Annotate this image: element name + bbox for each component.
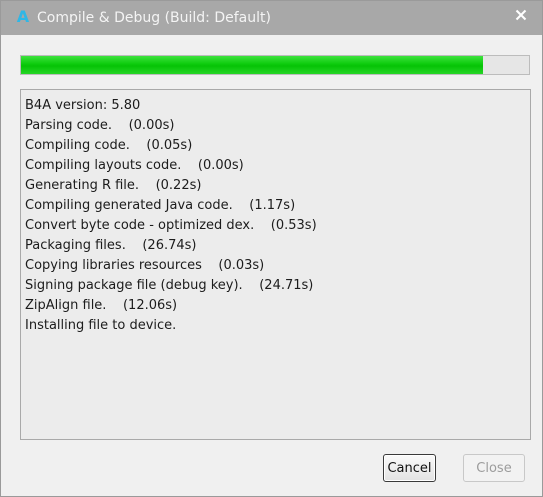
log-line: Copying libraries resources (0.03s) [25, 258, 265, 273]
log-line: Compiling layouts code. (0.00s) [25, 158, 244, 173]
close-button[interactable]: Close [463, 454, 525, 482]
close-icon[interactable] [512, 6, 530, 24]
log-line: ZipAlign file. (12.06s) [25, 298, 178, 313]
b4a-logo-icon: A [16, 7, 30, 26]
progress-bar [20, 55, 530, 75]
log-line: Signing package file (debug key). (24.71… [25, 278, 314, 293]
cancel-button[interactable]: Cancel [383, 454, 436, 482]
log-line: Installing file to device. [25, 318, 177, 333]
log-line: Generating R file. (0.22s) [25, 178, 202, 193]
compile-debug-dialog: A Compile & Debug (Build: Default) B4A v… [0, 0, 543, 497]
log-line: Convert byte code - optimized dex. (0.53… [25, 218, 317, 233]
log-line: Packaging files. (26.74s) [25, 238, 197, 253]
window-title: Compile & Debug (Build: Default) [37, 10, 271, 26]
title-bar[interactable]: A Compile & Debug (Build: Default) [1, 1, 542, 35]
log-line: Compiling generated Java code. (1.17s) [25, 198, 296, 213]
log-line: B4A version: 5.80 [25, 98, 141, 113]
log-line: Parsing code. (0.00s) [25, 118, 175, 133]
build-log[interactable]: B4A version: 5.80 Parsing code. (0.00s) … [20, 89, 531, 440]
progress-fill [21, 56, 484, 74]
log-line: Compiling code. (0.05s) [25, 138, 193, 153]
